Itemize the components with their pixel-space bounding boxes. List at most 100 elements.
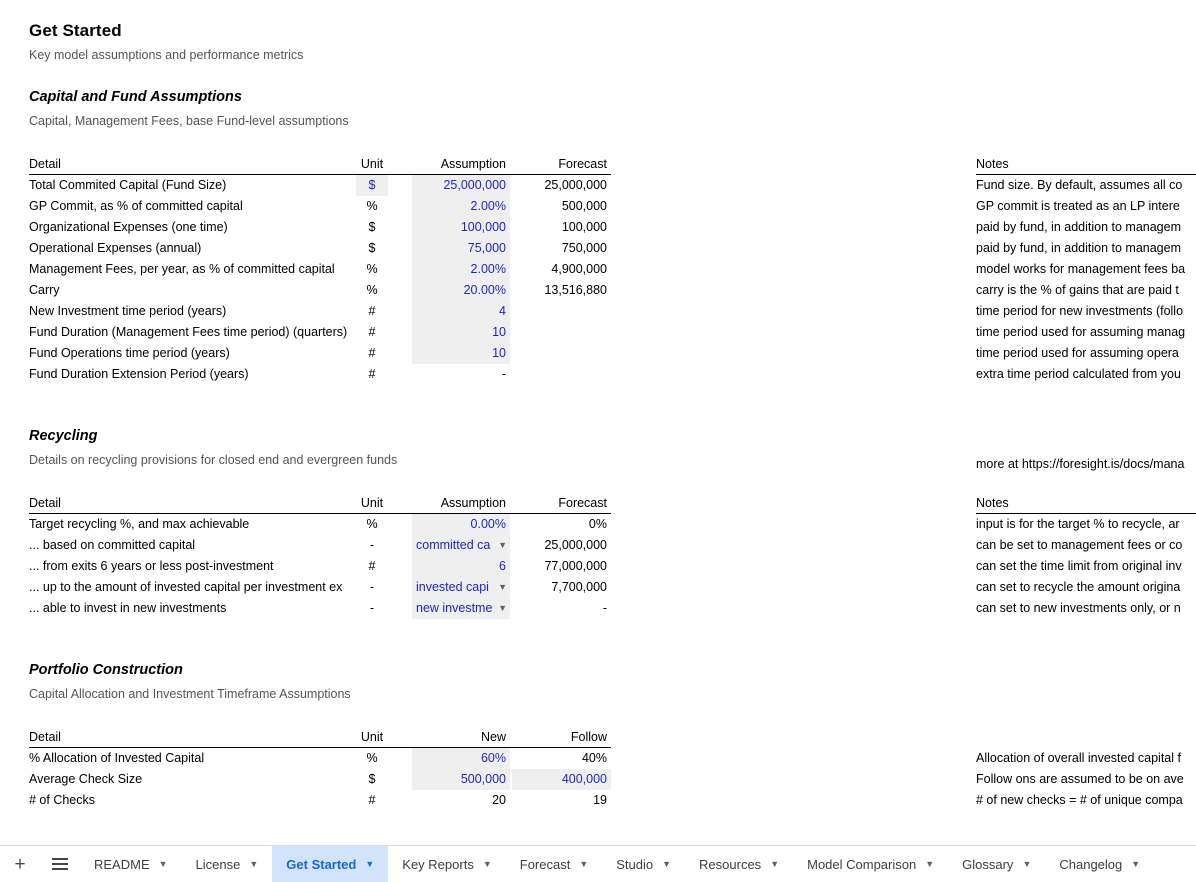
cell-forecast[interactable]: 400,000 xyxy=(512,769,611,790)
cell-assumption[interactable]: 10 xyxy=(412,343,510,364)
cell-detail[interactable]: Operational Expenses (annual) xyxy=(29,238,355,259)
cell-forecast[interactable]: 19 xyxy=(512,790,611,811)
cell-forecast[interactable]: 25,000,000 xyxy=(512,535,611,556)
sheet-tab-key-reports[interactable]: Key Reports ▼ xyxy=(388,846,505,882)
cell-note[interactable]: can set the time limit from original inv xyxy=(976,556,1196,577)
table-row[interactable]: Operational Expenses (annual) $75,000 750,… xyxy=(0,238,1196,259)
table-row[interactable]: Total Commited Capital (Fund Size) $25,00… xyxy=(0,175,1196,196)
cell-unit[interactable]: % xyxy=(356,259,388,280)
cell-unit[interactable]: - xyxy=(356,598,388,619)
cell-forecast[interactable]: 4,900,000 xyxy=(512,259,611,280)
cell-detail[interactable]: Fund Duration (Management Fees time peri… xyxy=(29,322,355,343)
cell-note[interactable]: extra time period calculated from you xyxy=(976,364,1196,385)
cell-note[interactable]: input is for the target % to recycle, ar xyxy=(976,514,1196,535)
cell-unit[interactable]: # xyxy=(356,322,388,343)
cell-forecast[interactable] xyxy=(512,301,611,322)
cell-assumption[interactable]: 25,000,000 xyxy=(412,175,510,196)
sheet-tab-forecast[interactable]: Forecast ▼ xyxy=(506,846,603,882)
cell-detail[interactable]: Average Check Size xyxy=(29,769,355,790)
cell-unit[interactable]: # xyxy=(356,790,388,811)
cell-assumption[interactable]: 0.00% xyxy=(412,514,510,535)
cell-assumption[interactable]: 60% xyxy=(412,748,510,769)
chevron-down-icon[interactable]: ▼ xyxy=(498,598,507,619)
cell-note[interactable]: time period used for assuming manag xyxy=(976,322,1196,343)
cell-assumption[interactable]: 20.00% xyxy=(412,280,510,301)
cell-unit[interactable]: $ xyxy=(356,175,388,196)
table-row[interactable]: New Investment time period (years) #4 time… xyxy=(0,301,1196,322)
cell-forecast[interactable] xyxy=(512,364,611,385)
cell-assumption[interactable]: 20 xyxy=(412,790,510,811)
cell-note[interactable]: model works for management fees ba xyxy=(976,259,1196,280)
cell-detail[interactable]: ... based on committed capital xyxy=(29,535,355,556)
cell-assumption[interactable]: 4 xyxy=(412,301,510,322)
chevron-down-icon[interactable]: ▼ xyxy=(483,859,492,869)
spreadsheet-canvas[interactable]: Get Started Key model assumptions and pe… xyxy=(0,0,1196,845)
chevron-down-icon[interactable]: ▼ xyxy=(662,859,671,869)
cell-assumption[interactable]: - xyxy=(412,364,510,385)
cell-forecast[interactable]: 750,000 xyxy=(512,238,611,259)
cell-detail[interactable]: ... from exits 6 years or less post-inve… xyxy=(29,556,355,577)
cell-note[interactable]: can set to recycle the amount origina xyxy=(976,577,1196,598)
cell-unit[interactable]: $ xyxy=(356,238,388,259)
table-row[interactable]: Fund Operations time period (years) #10 ti… xyxy=(0,343,1196,364)
table-row[interactable]: ... based on committed capital - committed… xyxy=(0,535,1196,556)
cell-forecast[interactable] xyxy=(512,343,611,364)
cell-detail[interactable]: Total Commited Capital (Fund Size) xyxy=(29,175,355,196)
cell-assumption[interactable]: 100,000 xyxy=(412,217,510,238)
cell-note[interactable]: can be set to management fees or co xyxy=(976,535,1196,556)
table-row[interactable]: ... up to the amount of invested capital… xyxy=(0,577,1196,598)
sheet-tab-resources[interactable]: Resources ▼ xyxy=(685,846,793,882)
chevron-down-icon[interactable]: ▼ xyxy=(498,535,507,556)
sheet-tab-bar[interactable]: + README ▼ License ▼ Get Started ▼ Key Reports… xyxy=(0,845,1196,882)
cell-forecast[interactable] xyxy=(512,322,611,343)
cell-unit[interactable]: % xyxy=(356,196,388,217)
table-row[interactable]: Target recycling %, and max achievable% 0… xyxy=(0,514,1196,535)
cell-assumption[interactable]: 6 xyxy=(412,556,510,577)
sheet-tab-model-comparison[interactable]: Model Comparison ▼ xyxy=(793,846,948,882)
cell-detail[interactable]: GP Commit, as % of committed capital xyxy=(29,196,355,217)
cell-assumption-dropdown[interactable]: invested capi ▼ xyxy=(412,577,510,598)
cell-forecast[interactable]: 77,000,000 xyxy=(512,556,611,577)
cell-forecast[interactable]: 0% xyxy=(512,514,611,535)
cell-forecast[interactable]: - xyxy=(512,598,611,619)
cell-unit[interactable]: - xyxy=(356,577,388,598)
cell-forecast[interactable]: 100,000 xyxy=(512,217,611,238)
cell-forecast[interactable]: 13,516,880 xyxy=(512,280,611,301)
cell-unit[interactable]: # xyxy=(356,343,388,364)
cell-assumption[interactable]: 75,000 xyxy=(412,238,510,259)
cell-detail[interactable]: Management Fees, per year, as % of commi… xyxy=(29,259,355,280)
cell-unit[interactable]: % xyxy=(356,514,388,535)
table-row[interactable]: GP Commit, as % of committed capital% 2.0… xyxy=(0,196,1196,217)
cell-detail[interactable]: Fund Operations time period (years) xyxy=(29,343,355,364)
cell-assumption[interactable]: 2.00% xyxy=(412,259,510,280)
cell-detail[interactable]: ... up to the amount of invested capital… xyxy=(29,577,355,598)
sheet-tab-glossary[interactable]: Glossary ▼ xyxy=(948,846,1045,882)
table-row[interactable]: ... able to invest in new investments - ne… xyxy=(0,598,1196,619)
chevron-down-icon[interactable]: ▼ xyxy=(1022,859,1031,869)
cell-detail[interactable]: Target recycling %, and max achievable xyxy=(29,514,355,535)
cell-detail[interactable]: Carry xyxy=(29,280,355,301)
cell-detail[interactable]: # of Checks xyxy=(29,790,355,811)
cell-note[interactable]: Follow ons are assumed to be on ave xyxy=(976,769,1196,790)
chevron-down-icon[interactable]: ▼ xyxy=(1131,859,1140,869)
section-docs-link-note[interactable]: more at https://foresight.is/docs/mana xyxy=(976,454,1196,475)
cell-note[interactable]: Fund size. By default, assumes all co xyxy=(976,175,1196,196)
cell-assumption-dropdown[interactable]: new investme ▼ xyxy=(412,598,510,619)
cell-unit[interactable]: $ xyxy=(356,217,388,238)
cell-detail[interactable]: Organizational Expenses (one time) xyxy=(29,217,355,238)
chevron-down-icon[interactable]: ▼ xyxy=(498,577,507,598)
cell-assumption-dropdown[interactable]: committed ca ▼ xyxy=(412,535,510,556)
cell-forecast[interactable]: 7,700,000 xyxy=(512,577,611,598)
cell-note[interactable]: time period for new investments (follo xyxy=(976,301,1196,322)
table-row[interactable]: Fund Duration Extension Period (years) # -… xyxy=(0,364,1196,385)
sheet-tab-get-started[interactable]: Get Started ▼ xyxy=(272,846,389,882)
all-sheets-button[interactable] xyxy=(40,846,80,882)
table-row[interactable]: # of Checks #20 19 # of new checks = # of u… xyxy=(0,790,1196,811)
sheet-tab-readme[interactable]: README ▼ xyxy=(80,846,182,882)
table-row[interactable]: Carry% 20.00% 13,516,880 carry is the % of … xyxy=(0,280,1196,301)
cell-detail[interactable]: ... able to invest in new investments xyxy=(29,598,355,619)
sheet-tab-changelog[interactable]: Changelog ▼ xyxy=(1045,846,1154,882)
table-row[interactable]: % Allocation of Invested Capital% 60% 40% A… xyxy=(0,748,1196,769)
cell-unit[interactable]: $ xyxy=(356,769,388,790)
cell-forecast[interactable]: 40% xyxy=(512,748,611,769)
